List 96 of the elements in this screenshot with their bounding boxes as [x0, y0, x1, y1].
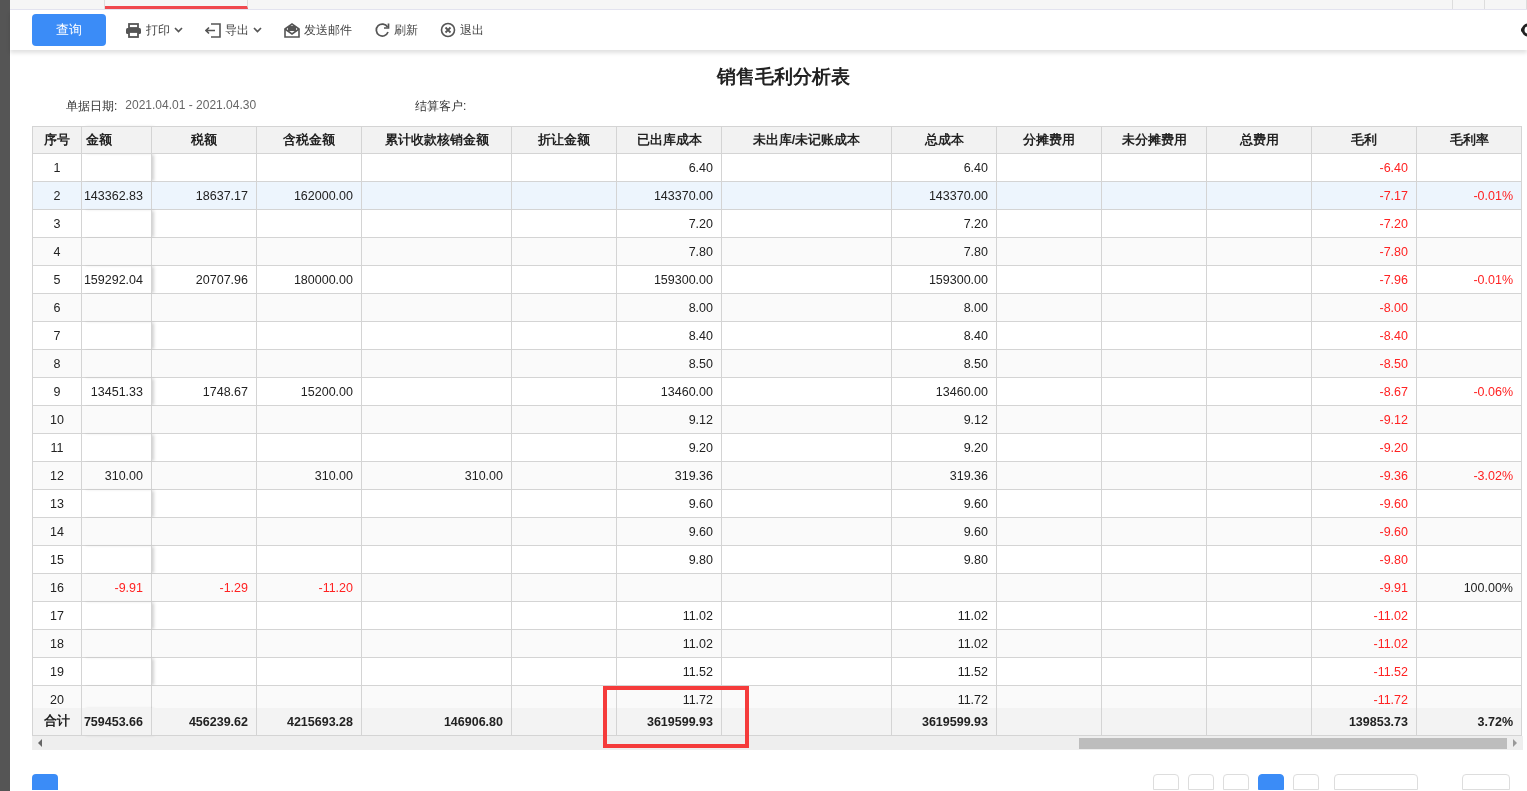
filter-label: 单据日期: — [66, 97, 118, 115]
row-number: 8 — [32, 350, 82, 379]
table-cell: 310.00 — [82, 462, 152, 491]
table-cell: -9.36 — [1312, 462, 1417, 491]
table-cell: 143362.83 — [82, 182, 152, 211]
table-cell: 8.50 — [892, 350, 997, 379]
column-header: 税额 — [152, 126, 257, 155]
table-cell: -8.50 — [1312, 350, 1417, 379]
table-cell: 456239.62 — [152, 708, 257, 737]
toolbar-button[interactable]: 导出 — [205, 21, 262, 39]
table-cell: 759453.66 — [82, 708, 152, 737]
table-cell: 143370.00 — [892, 182, 997, 211]
table-cell: 9.60 — [617, 518, 722, 547]
total-label: 合计 — [32, 708, 82, 737]
table-cell: 3619599.93 — [892, 708, 997, 737]
column-header: 毛利率 — [1417, 126, 1522, 155]
row-number: 18 — [32, 630, 82, 659]
table-cell: 8.00 — [617, 294, 722, 323]
column-header: 总成本 — [892, 126, 997, 155]
jump-field[interactable] — [1462, 774, 1510, 791]
table-cell: 11.02 — [892, 630, 997, 659]
table-cell: -9.91 — [82, 574, 152, 603]
toolbar-button[interactable]: 发送邮件 — [284, 21, 352, 39]
table-cell: 146906.80 — [362, 708, 512, 737]
table-cell: 7.80 — [892, 238, 997, 267]
mail-icon — [284, 22, 300, 38]
column-header: 序号 — [32, 126, 82, 155]
table-cell: 162000.00 — [257, 182, 362, 211]
column-header: 金额 — [82, 126, 152, 155]
table-cell: 310.00 — [362, 462, 512, 491]
column-header: 已出库成本 — [617, 126, 722, 155]
export-icon — [205, 22, 221, 38]
row-number: 4 — [32, 238, 82, 267]
table-cell: -3.02% — [1417, 462, 1522, 491]
table-cell: 9.12 — [617, 406, 722, 435]
row-number: 12 — [32, 462, 82, 491]
table-cell: 310.00 — [257, 462, 362, 491]
column-header: 累计收款核销金额 — [362, 126, 512, 155]
printer-icon — [125, 22, 142, 38]
filter-value: 2021.04.01 - 2021.04.30 — [125, 97, 257, 114]
table-cell: -7.17 — [1312, 182, 1417, 211]
table-cell: 139853.73 — [1312, 708, 1417, 737]
table-cell: 11.52 — [617, 658, 722, 687]
table-cell: -11.20 — [257, 574, 362, 603]
table-cell: 4215693.28 — [257, 708, 362, 737]
row-number: 6 — [32, 294, 82, 323]
scroll-left-icon[interactable] — [36, 738, 44, 749]
column-header: 未出库/未记账成本 — [722, 126, 892, 155]
table-cell: 8.00 — [892, 294, 997, 323]
toolbar-button[interactable]: 刷新 — [374, 21, 418, 39]
table-cell: 3619599.93 — [617, 708, 722, 737]
table-cell: 7.80 — [617, 238, 722, 267]
column-header: 毛利 — [1312, 126, 1417, 155]
page-size-select[interactable] — [1334, 774, 1418, 791]
toolbar-button[interactable]: 退出 — [440, 21, 484, 39]
table-cell: -1.29 — [152, 574, 257, 603]
column-header: 折让金额 — [512, 126, 617, 155]
column-header: 总费用 — [1207, 126, 1312, 155]
table-cell: 9.60 — [892, 518, 997, 547]
column-header: 分摊费用 — [997, 126, 1102, 155]
refresh-icon — [374, 22, 390, 39]
table-cell: 319.36 — [617, 462, 722, 491]
column-header: 含税金额 — [257, 126, 362, 155]
row-number: 14 — [32, 518, 82, 547]
table-cell: 11.02 — [617, 630, 722, 659]
report-title: 销售毛利分析表 — [715, 65, 851, 90]
table-cell: -9.12 — [1312, 406, 1417, 435]
table-cell: 143370.00 — [617, 182, 722, 211]
table-cell: -9.91 — [1312, 574, 1417, 603]
table-cell: -11.72 — [1312, 686, 1417, 709]
horizontal-scrollbar[interactable] — [32, 736, 1523, 751]
toolbar-button[interactable]: 打印 — [125, 21, 183, 39]
action-button[interactable] — [32, 774, 58, 791]
table-cell: 11.72 — [892, 686, 997, 709]
page-button[interactable] — [1258, 774, 1284, 791]
scroll-right-icon[interactable] — [1511, 738, 1519, 749]
row-number: 16 — [32, 574, 82, 603]
table-cell: -0.01% — [1417, 182, 1522, 211]
table-cell: 8.50 — [617, 350, 722, 379]
table-cell: 3.72% — [1417, 708, 1522, 737]
table-cell: 100.00% — [1417, 574, 1522, 603]
row-number: 10 — [32, 406, 82, 435]
table-cell: -11.02 — [1312, 630, 1417, 659]
table-cell: -9.60 — [1312, 518, 1417, 547]
row-number: 20 — [32, 686, 82, 709]
table-cell: -7.80 — [1312, 238, 1417, 267]
filter-label: 结算客户: — [415, 97, 467, 115]
row-number: 2 — [32, 182, 82, 211]
table-cell: -8.00 — [1312, 294, 1417, 323]
settings-icon[interactable] — [1520, 22, 1527, 39]
close-icon — [440, 22, 456, 39]
table-cell: 9.12 — [892, 406, 997, 435]
column-header: 未分摊费用 — [1102, 126, 1207, 155]
scroll-thumb[interactable] — [1079, 737, 1507, 749]
table-cell: 18637.17 — [152, 182, 257, 211]
table-cell: 319.36 — [892, 462, 997, 491]
